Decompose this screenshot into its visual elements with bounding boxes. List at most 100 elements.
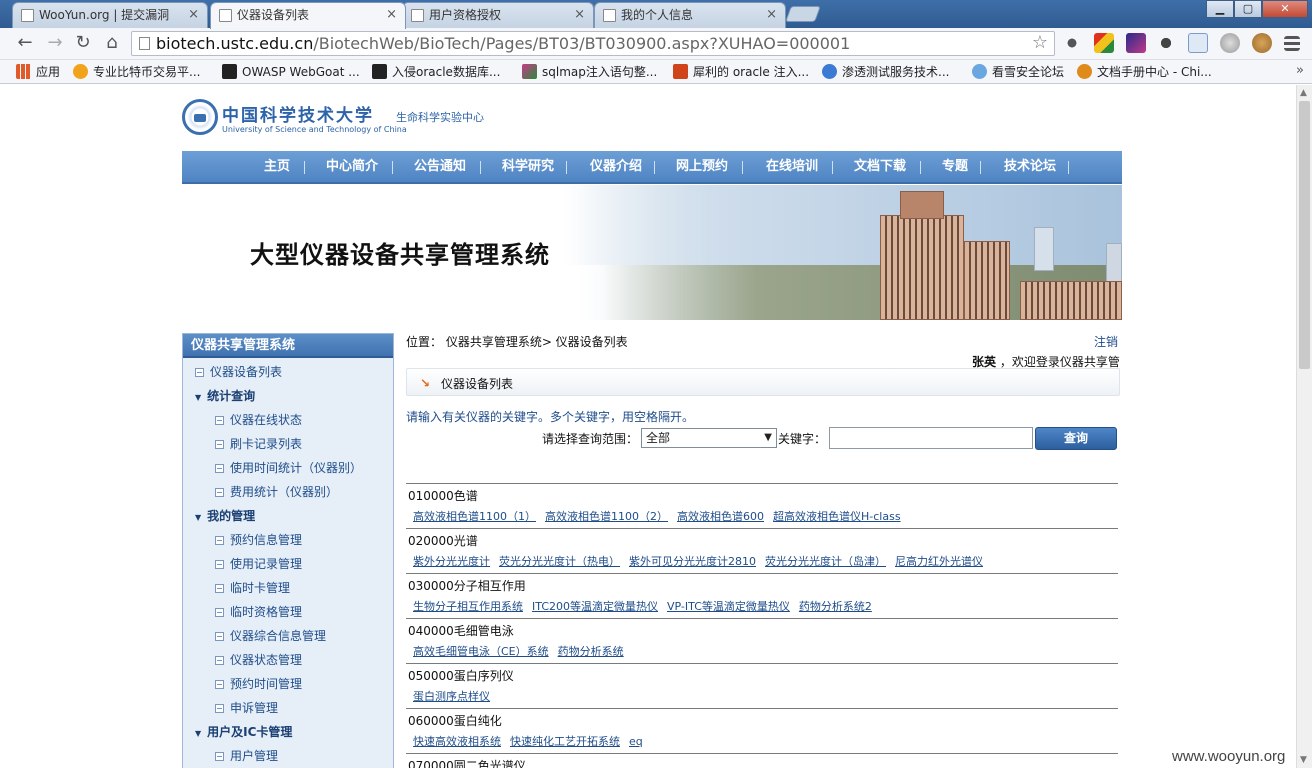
nav-item[interactable]: 技术论坛 <box>1004 151 1056 182</box>
sidebar-item[interactable]: 临时卡管理 <box>215 578 290 598</box>
maximize-button[interactable]: ▢ <box>1234 0 1262 18</box>
main-nav: 主页 中心简介 公告通知 科学研究 仪器介绍 网上预约 在线培训 文档下载 专题 技术论坛 <box>182 151 1122 184</box>
scroll-down-icon[interactable]: ▼ <box>1300 755 1307 765</box>
globe-extension-icon[interactable] <box>1220 33 1240 53</box>
nav-item[interactable]: 仪器介绍 <box>590 151 642 182</box>
bookmark-item[interactable]: 犀利的 oracle 注入... <box>673 63 809 81</box>
instrument-link[interactable]: 荧光分光光度计（热电） <box>499 555 620 568</box>
instrument-link[interactable]: 蛋白测序点样仪 <box>413 690 490 703</box>
new-tab-button[interactable] <box>785 6 821 22</box>
close-icon[interactable]: × <box>188 3 199 27</box>
instrument-link[interactable]: 高效液相色谱1100（2） <box>545 510 668 523</box>
sidebar-item[interactable]: 刷卡记录列表 <box>215 434 302 454</box>
instrument-links: 蛋白测序点样仪 <box>413 688 499 704</box>
sidebar-item[interactable]: 临时资格管理 <box>215 602 302 622</box>
sidebar-item[interactable]: 预约信息管理 <box>215 530 302 550</box>
banner-building <box>880 215 964 320</box>
sidebar-item[interactable]: 用户管理 <box>215 746 278 766</box>
bookmark-star-icon[interactable]: ☆ <box>1032 32 1048 54</box>
sidebar-item[interactable]: 使用时间统计（仪器别） <box>215 458 362 478</box>
address-bar[interactable]: biotech.ustc.edu.cn/BiotechWeb/BioTech/P… <box>131 31 1055 56</box>
close-icon[interactable]: × <box>574 3 585 27</box>
bookmark-item[interactable]: 专业比特币交易平... <box>73 63 200 81</box>
close-icon[interactable]: × <box>386 3 397 27</box>
logout-link[interactable]: 注销 <box>1094 333 1118 350</box>
instrument-link[interactable]: 荧光分光光度计（岛津） <box>765 555 886 568</box>
menu-icon[interactable] <box>1284 36 1300 51</box>
sidebar-item[interactable]: 费用统计（仪器别） <box>215 482 338 502</box>
sidebar-item[interactable]: 仪器在线状态 <box>215 410 302 430</box>
instrument-link[interactable]: 生物分子相互作用系统 <box>413 600 523 613</box>
query-button[interactable]: 查询 <box>1035 427 1117 450</box>
bookmark-item[interactable]: 渗透测试服务技术... <box>822 63 949 81</box>
browser-tab[interactable]: WooYun.org | 提交漏洞 × <box>12 2 208 28</box>
scrollbar-thumb[interactable] <box>1299 101 1310 369</box>
puzzle-extension-icon[interactable] <box>1156 33 1176 53</box>
sidebar-item[interactable]: 仪器状态管理 <box>215 650 302 670</box>
instrument-link[interactable]: 紫外分光光度计 <box>413 555 490 568</box>
expand-triangle-icon[interactable]: ▼ <box>195 508 201 528</box>
bookmark-item[interactable]: 看雪安全论坛 <box>972 63 1064 81</box>
cookie-extension-icon[interactable] <box>1252 33 1272 53</box>
sidebar-group[interactable]: ▼ 用户及IC卡管理 <box>195 722 292 742</box>
nav-item[interactable]: 公告通知 <box>414 151 466 182</box>
sidebar-item[interactable]: 申诉管理 <box>215 698 278 718</box>
browser-tab-active[interactable]: 仪器设备列表 × <box>210 2 406 29</box>
minimize-button[interactable]: ▁ <box>1206 0 1234 18</box>
sidebar-group[interactable]: ▼ 统计查询 <box>195 386 255 406</box>
instrument-link[interactable]: ITC200等温滴定微量热仪 <box>532 600 658 613</box>
keyword-input[interactable] <box>829 427 1033 449</box>
ie-tab-extension-icon[interactable] <box>1188 33 1208 53</box>
instrument-link[interactable]: VP-ITC等温滴定微量热仪 <box>667 600 790 613</box>
category-row: 010000色谱 高效液相色谱1100（1） 高效液相色谱1100（2） 高效液相色谱… <box>406 483 1118 528</box>
nav-item[interactable]: 科学研究 <box>502 151 554 182</box>
expand-triangle-icon[interactable]: ▼ <box>195 724 201 744</box>
back-arrow-icon[interactable]: ← <box>14 32 36 54</box>
nav-separator <box>920 161 921 174</box>
instrument-link[interactable]: 紫外可见分光光度计2810 <box>629 555 756 568</box>
nav-item[interactable]: 在线培训 <box>766 151 818 182</box>
bookmarks-overflow-icon[interactable]: » <box>1296 63 1304 78</box>
reload-icon[interactable]: ↻ <box>72 32 94 54</box>
instrument-link[interactable]: 药物分析系统 <box>558 645 624 658</box>
sidebar-item[interactable]: 使用记录管理 <box>215 554 302 574</box>
home-icon[interactable]: ⌂ <box>101 32 123 54</box>
instrument-link[interactable]: 药物分析系统2 <box>799 600 872 613</box>
sidebar-item[interactable]: 仪器综合信息管理 <box>215 626 326 646</box>
scope-select[interactable]: 全部 ▼ <box>641 428 777 448</box>
sidebar-group[interactable]: ▼ 我的管理 <box>195 506 255 526</box>
browser-tab[interactable]: 我的个人信息 × <box>594 2 786 28</box>
browser-tab[interactable]: 用户资格授权 × <box>402 2 594 28</box>
bookmark-item[interactable]: sqlmap注入语句整... <box>522 63 657 81</box>
instrument-link[interactable]: eq <box>629 735 643 748</box>
bookmark-item[interactable]: 文档手册中心 - Chi... <box>1077 63 1212 81</box>
instrument-link[interactable]: 超高效液相色谱仪H-class <box>773 510 901 523</box>
hackbar-extension-icon[interactable] <box>1126 33 1146 53</box>
instrument-link[interactable]: 快速高效液相系统 <box>413 735 501 748</box>
sidebar-item-label: 仪器在线状态 <box>230 413 303 427</box>
instrument-link[interactable]: 快速纯化工艺开拓系统 <box>510 735 620 748</box>
nav-item[interactable]: 主页 <box>264 151 290 182</box>
bookmark-item[interactable]: 入侵oracle数据库... <box>372 63 500 81</box>
nav-item[interactable]: 专题 <box>942 151 968 182</box>
color-extension-icon[interactable] <box>1094 33 1114 53</box>
sidebar-item[interactable]: 预约时间管理 <box>215 674 302 694</box>
sidebar-item[interactable]: 仪器设备列表 <box>195 362 282 382</box>
vertical-scrollbar[interactable]: ▲ ▼ <box>1296 85 1312 768</box>
instrument-link[interactable]: 高效液相色谱600 <box>677 510 764 523</box>
forward-arrow-icon[interactable]: → <box>44 32 66 54</box>
instrument-link[interactable]: 高效液相色谱1100（1） <box>413 510 536 523</box>
bookmark-apps[interactable]: 应用 <box>16 63 60 81</box>
close-icon[interactable]: × <box>766 3 777 27</box>
banner-title: 大型仪器设备共享管理系统 <box>250 241 550 269</box>
nav-item[interactable]: 中心简介 <box>326 151 378 182</box>
expand-triangle-icon[interactable]: ▼ <box>195 388 201 408</box>
instrument-link[interactable]: 高效毛细管电泳（CE）系统 <box>413 645 549 658</box>
nav-item[interactable]: 网上预约 <box>676 151 728 182</box>
instrument-link[interactable]: 尼高力红外光谱仪 <box>895 555 983 568</box>
window-close-button[interactable]: ✕ <box>1262 0 1308 18</box>
bookmark-item[interactable]: OWASP WebGoat ... <box>222 63 360 81</box>
bug-extension-icon[interactable] <box>1062 33 1082 53</box>
scroll-up-icon[interactable]: ▲ <box>1300 88 1307 98</box>
nav-item[interactable]: 文档下载 <box>854 151 906 182</box>
